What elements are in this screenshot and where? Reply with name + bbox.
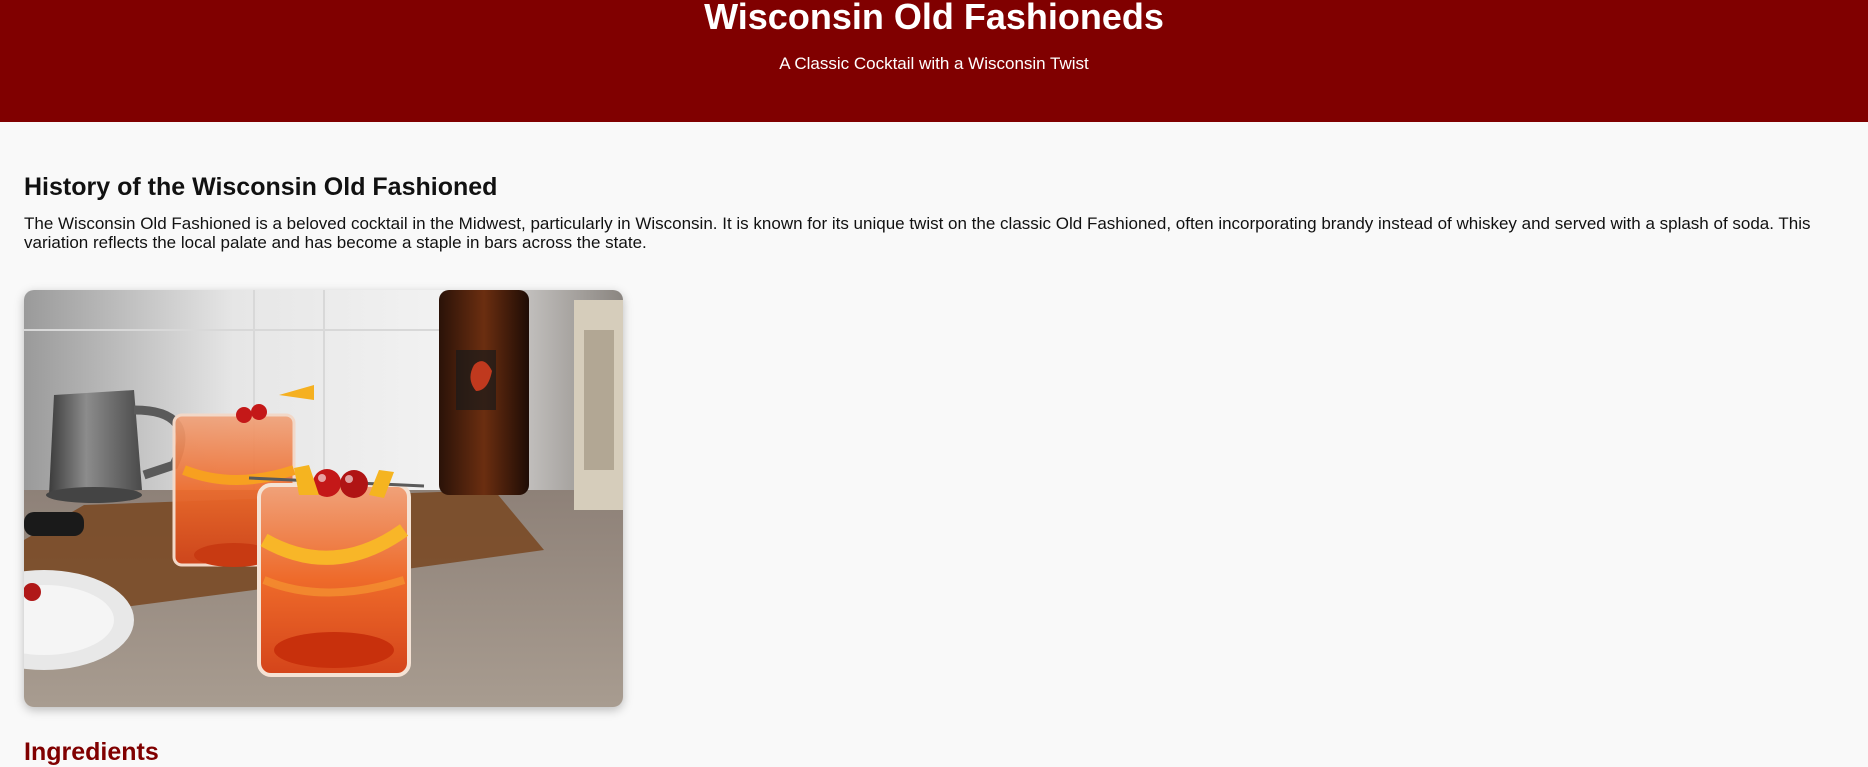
- history-paragraph: The Wisconsin Old Fashioned is a beloved…: [24, 214, 1811, 252]
- page-title: Wisconsin Old Fashioneds: [704, 0, 1164, 37]
- cocktail-photo: [24, 290, 623, 707]
- page-header: Wisconsin Old Fashioneds A Classic Cockt…: [0, 0, 1868, 122]
- ingredients-heading: Ingredients: [24, 738, 159, 766]
- history-heading: History of the Wisconsin Old Fashioned: [24, 173, 498, 201]
- page-subtitle: A Classic Cocktail with a Wisconsin Twis…: [779, 54, 1089, 73]
- cocktail-illustration: [24, 290, 623, 707]
- history-section: History of the Wisconsin Old Fashioned T…: [24, 172, 1859, 252]
